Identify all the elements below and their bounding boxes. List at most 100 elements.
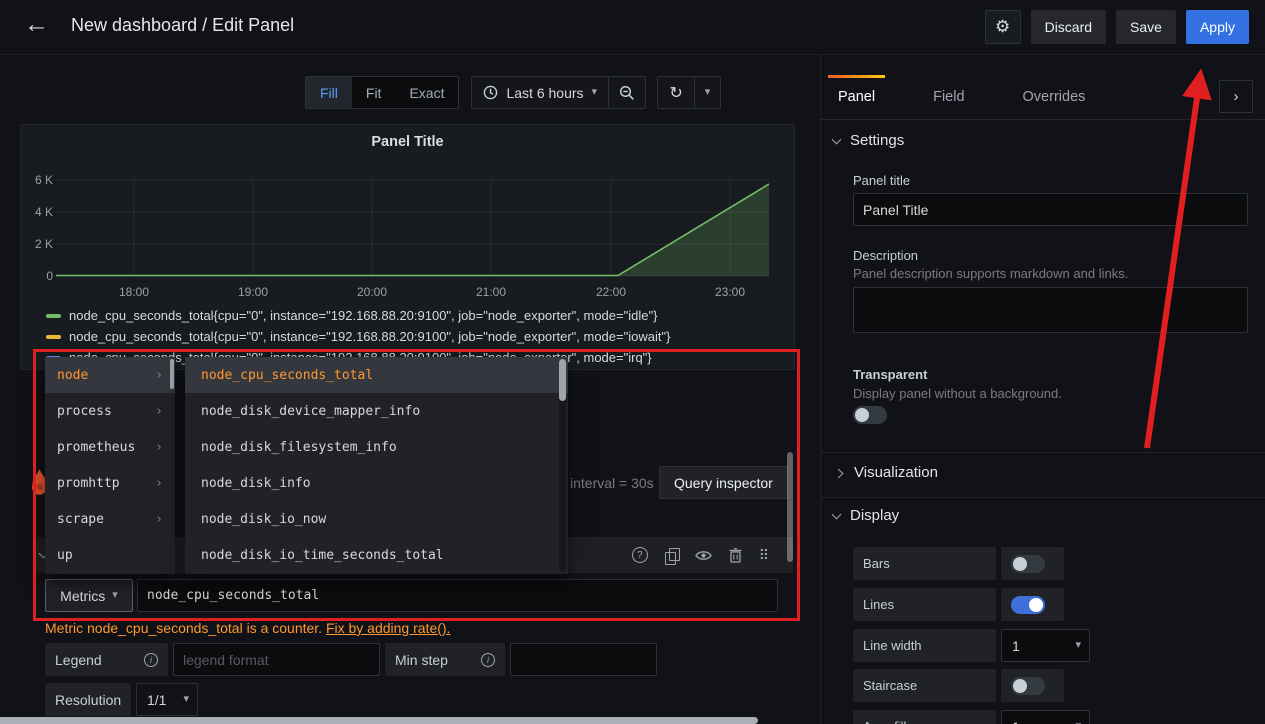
drag-handle[interactable]: ⠿ bbox=[759, 547, 769, 564]
menu-item-scrape[interactable]: scrape › bbox=[45, 501, 175, 537]
staircase-toggle-container bbox=[1001, 669, 1064, 702]
collapse-sidebar-button[interactable]: › bbox=[1219, 80, 1253, 113]
query-warning: Metric node_cpu_seconds_total is a count… bbox=[45, 620, 450, 636]
horizontal-scrollbar[interactable] bbox=[0, 717, 758, 724]
fix-by-adding-rate-link[interactable]: Fix by adding rate(). bbox=[326, 620, 451, 636]
fit-option-fill[interactable]: Fill bbox=[306, 77, 352, 108]
transparent-toggle[interactable] bbox=[853, 406, 887, 424]
vertical-scrollbar[interactable] bbox=[787, 452, 793, 562]
metrics-browser-button[interactable]: Metrics ▾ bbox=[45, 579, 133, 612]
panel-settings-button[interactable]: ⚙ bbox=[985, 10, 1021, 44]
panel-title[interactable]: Panel Title bbox=[21, 134, 794, 150]
lines-toggle[interactable] bbox=[1011, 596, 1045, 614]
menu-item-process[interactable]: process › bbox=[45, 393, 175, 429]
resolution-select[interactable]: 1/1 ▾ bbox=[136, 683, 198, 716]
legend-item[interactable]: node_cpu_seconds_total{cpu="0", instance… bbox=[46, 329, 670, 344]
x-tick: 23:00 bbox=[708, 285, 752, 299]
legend-series-name[interactable]: node_cpu_seconds_total{cpu="0", instance… bbox=[69, 329, 670, 344]
y-tick: 4 K bbox=[21, 205, 53, 219]
eye-icon bbox=[695, 549, 712, 562]
menu-item-label: node_disk_io_time_seconds_total bbox=[201, 548, 444, 563]
menu-item-promhttp[interactable]: promhttp › bbox=[45, 465, 175, 501]
menu-item-node-disk-io-time-seconds-total[interactable]: node_disk_io_time_seconds_total bbox=[185, 537, 568, 573]
viz-toolbar: Fill Fit Exact Last 6 hours ▾ bbox=[305, 76, 721, 109]
section-title: Visualization bbox=[854, 464, 938, 481]
submenu-scrollbar-track[interactable] bbox=[559, 359, 566, 572]
query-expression-input[interactable] bbox=[137, 579, 778, 612]
lines-toggle-container bbox=[1001, 588, 1064, 621]
query-inspector-button[interactable]: Query inspector bbox=[659, 466, 788, 499]
info-icon[interactable]: i bbox=[144, 653, 158, 667]
option-label-text: Area fill bbox=[863, 719, 906, 724]
select-value: 1 bbox=[1012, 719, 1020, 724]
menu-item-node[interactable]: node › bbox=[45, 357, 175, 393]
series-color-swatch[interactable] bbox=[46, 335, 61, 339]
discard-button[interactable]: Discard bbox=[1031, 10, 1106, 44]
zoom-out-icon bbox=[619, 85, 635, 101]
toggle-knob bbox=[1029, 598, 1043, 612]
resolution-value: 1/1 bbox=[147, 692, 166, 708]
back-arrow-icon[interactable]: ← bbox=[24, 10, 49, 39]
gear-icon: ⚙ bbox=[995, 17, 1010, 37]
query-help-button[interactable]: ? bbox=[632, 547, 648, 563]
fit-mode-group: Fill Fit Exact bbox=[305, 76, 459, 109]
x-tick: 21:00 bbox=[469, 285, 513, 299]
menu-item-node-disk-info[interactable]: node_disk_info bbox=[185, 465, 568, 501]
refresh-controls: ↻ ▾ bbox=[658, 76, 721, 109]
panel-title-input[interactable] bbox=[853, 193, 1248, 226]
fit-option-exact[interactable]: Exact bbox=[395, 77, 458, 108]
line-width-select[interactable]: 1 ▾ bbox=[1001, 629, 1090, 662]
section-header-visualization[interactable]: Visualization bbox=[835, 464, 938, 481]
delete-query-button[interactable] bbox=[729, 548, 742, 563]
fit-option-fit[interactable]: Fit bbox=[352, 77, 396, 108]
menu-item-node-disk-filesystem-info[interactable]: node_disk_filesystem_info bbox=[185, 429, 568, 465]
bars-toggle[interactable] bbox=[1011, 555, 1045, 573]
chevron-down-icon: ▾ bbox=[705, 87, 711, 98]
y-tick: 2 K bbox=[21, 237, 53, 251]
series-color-swatch[interactable] bbox=[46, 314, 61, 318]
refresh-button[interactable]: ↻ bbox=[657, 76, 695, 109]
resolution-label: Resolution bbox=[45, 683, 131, 716]
info-icon[interactable]: i bbox=[481, 653, 495, 667]
tab-overrides[interactable]: Overrides bbox=[1019, 75, 1090, 120]
menu-item-label: process bbox=[57, 404, 112, 419]
zoom-out-button[interactable] bbox=[608, 76, 646, 109]
legend-series-name[interactable]: node_cpu_seconds_total{cpu="0", instance… bbox=[69, 308, 657, 323]
option-label-area-fill: Area fill bbox=[853, 710, 996, 724]
x-tick: 18:00 bbox=[112, 285, 156, 299]
time-range-label: Last 6 hours bbox=[506, 85, 583, 101]
metrics-button-label: Metrics bbox=[60, 588, 105, 604]
refresh-interval-dropdown[interactable]: ▾ bbox=[694, 76, 721, 109]
legend-item[interactable]: node_cpu_seconds_total{cpu="0", instance… bbox=[46, 308, 657, 323]
group-menu-scrollbar[interactable] bbox=[170, 359, 174, 389]
question-icon: ? bbox=[632, 547, 648, 563]
section-header-display[interactable]: Display bbox=[833, 507, 899, 524]
menu-item-node-cpu-seconds-total[interactable]: node_cpu_seconds_total bbox=[185, 357, 568, 393]
chevron-right-icon: › bbox=[155, 440, 163, 455]
time-series-chart[interactable] bbox=[56, 176, 769, 280]
metric-group-menu: node › process › prometheus › promhttp ›… bbox=[45, 357, 175, 574]
submenu-scrollbar-thumb[interactable] bbox=[559, 359, 566, 401]
toggle-query-visibility-button[interactable] bbox=[695, 549, 712, 562]
legend-format-label: Legend i bbox=[45, 643, 168, 676]
menu-item-node-disk-device-mapper-info[interactable]: node_disk_device_mapper_info bbox=[185, 393, 568, 429]
section-header-settings[interactable]: Settings bbox=[833, 132, 904, 149]
tab-field[interactable]: Field bbox=[929, 75, 968, 120]
legend-format-input[interactable] bbox=[173, 643, 380, 676]
menu-item-prometheus[interactable]: prometheus › bbox=[45, 429, 175, 465]
duplicate-query-button[interactable] bbox=[665, 548, 678, 563]
menu-item-node-disk-io-now[interactable]: node_disk_io_now bbox=[185, 501, 568, 537]
chevron-down-icon bbox=[832, 134, 842, 144]
min-step-input[interactable] bbox=[510, 643, 657, 676]
apply-button[interactable]: Apply bbox=[1186, 10, 1249, 44]
menu-item-up[interactable]: up bbox=[45, 537, 175, 573]
staircase-toggle[interactable] bbox=[1011, 677, 1045, 695]
time-controls: Last 6 hours ▾ bbox=[471, 76, 646, 109]
description-hint: Panel description supports markdown and … bbox=[853, 266, 1128, 281]
description-field-label: Description bbox=[853, 248, 918, 263]
save-button[interactable]: Save bbox=[1116, 10, 1176, 44]
description-textarea[interactable] bbox=[853, 287, 1248, 333]
tab-panel[interactable]: Panel bbox=[834, 75, 879, 120]
area-fill-select[interactable]: 1 ▾ bbox=[1001, 710, 1090, 724]
time-range-picker[interactable]: Last 6 hours ▾ bbox=[471, 76, 609, 109]
